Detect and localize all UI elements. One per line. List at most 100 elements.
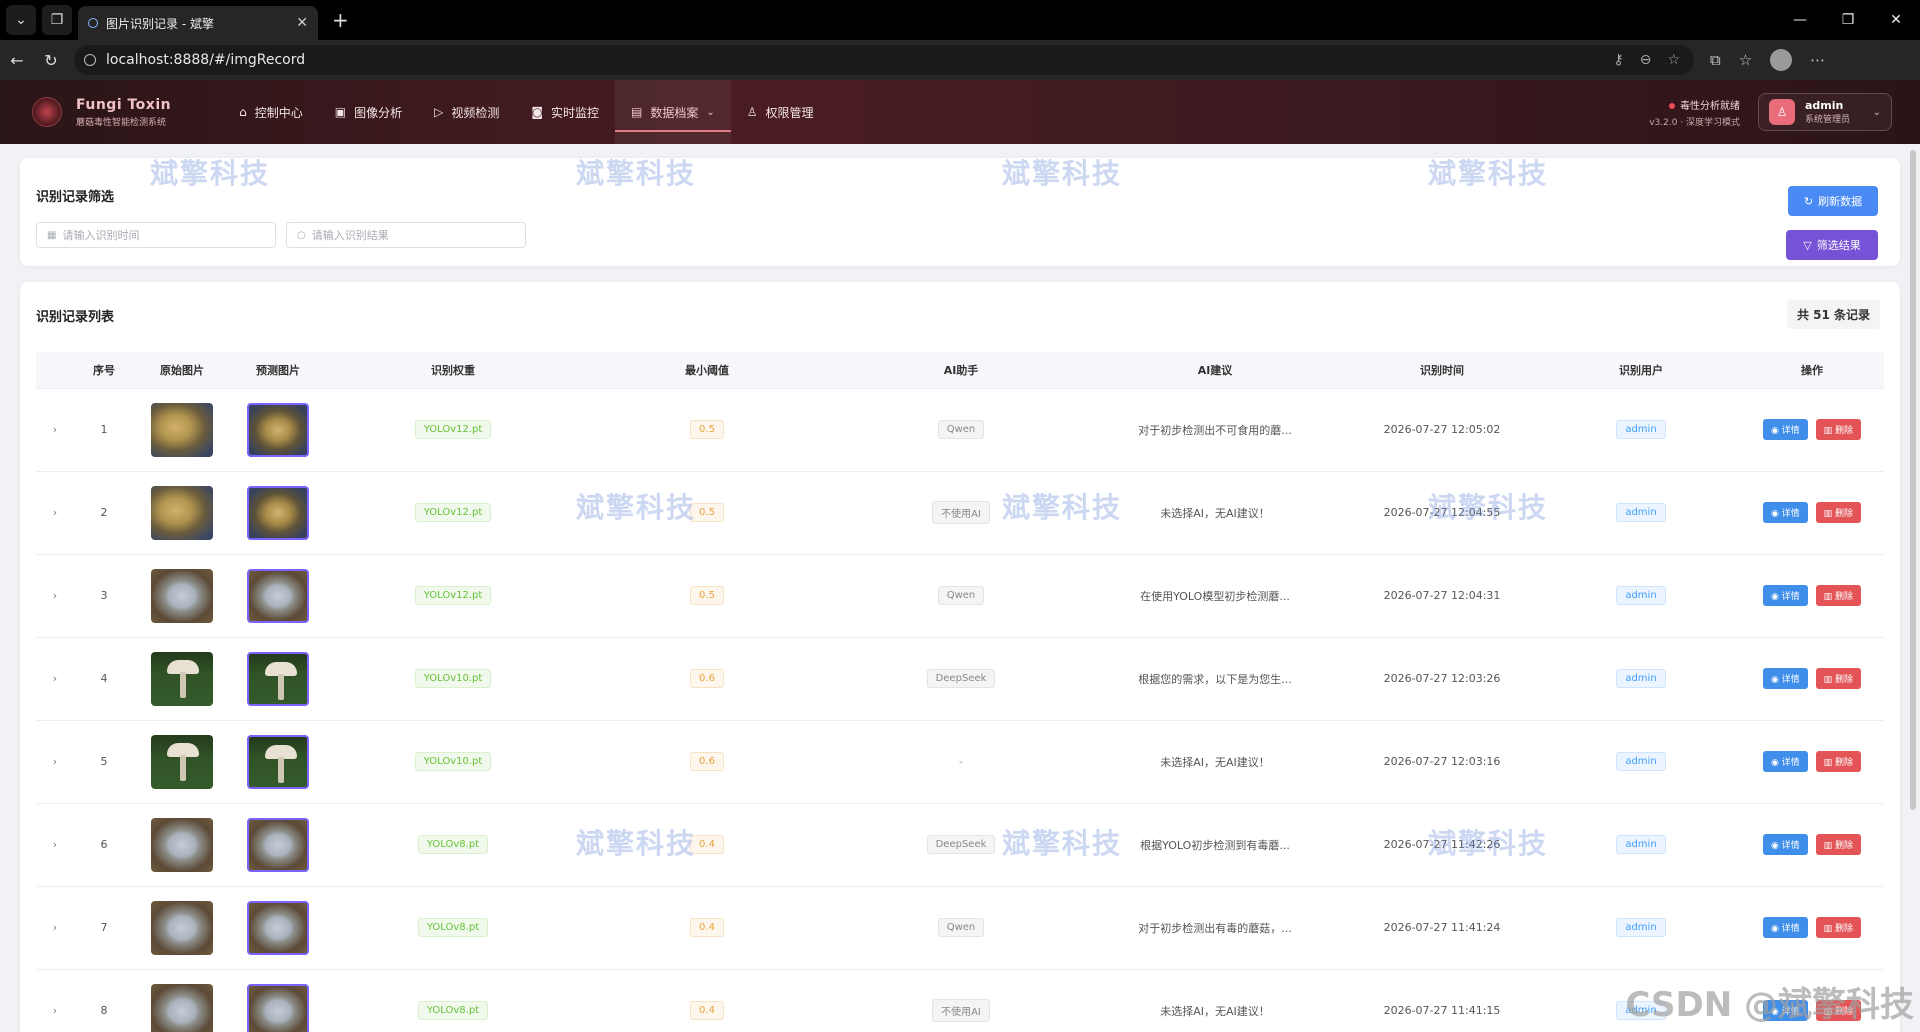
- back-icon[interactable]: ←: [0, 51, 34, 70]
- table-row: › 5 YOLOv10.pt 0.6 - 未选择AI，无AI建议！ 2026-07-27 1…: [36, 720, 1884, 804]
- recognition-time: 2026-07-27 11:41:24: [1342, 886, 1542, 970]
- predicted-image[interactable]: [247, 568, 309, 623]
- result-placeholder: 请输入识别结果: [311, 229, 389, 242]
- view-detail-button[interactable]: ◉ 详情: [1762, 502, 1808, 523]
- original-image[interactable]: [151, 817, 213, 872]
- user-name: admin: [1805, 99, 1844, 112]
- delete-label: 删除: [1835, 426, 1854, 436]
- ai-assistant-tag: Qwen: [937, 918, 985, 937]
- refresh-button[interactable]: ↻ 刷新数据: [1788, 186, 1878, 216]
- ai-suggestion: 未选择AI，无AI建议！: [1088, 969, 1342, 1032]
- user-role: 系统管理员: [1805, 115, 1851, 125]
- restore-icon[interactable]: ❐: [1824, 12, 1872, 28]
- expand-row-icon[interactable]: ›: [53, 589, 57, 602]
- tab-list-icon[interactable]: ⌄: [6, 5, 36, 35]
- predicted-image[interactable]: [247, 900, 309, 955]
- delete-button[interactable]: ▥ 删除: [1815, 585, 1862, 606]
- predicted-image[interactable]: [247, 734, 309, 789]
- favorites-icon[interactable]: ☆: [1739, 51, 1752, 69]
- table-row: › 4 YOLOv10.pt 0.6 DeepSeek 根据您的需求，以下是为您生... 2…: [36, 637, 1884, 721]
- delete-button[interactable]: ▥ 删除: [1815, 834, 1862, 855]
- nav-item-control-center[interactable]: ⌂ 控制中心: [223, 80, 319, 144]
- original-image[interactable]: [151, 900, 213, 955]
- predicted-image[interactable]: [247, 485, 309, 540]
- image-icon: ▣: [334, 105, 347, 119]
- delete-button[interactable]: ▥ 删除: [1815, 751, 1862, 772]
- refresh-label: 刷新数据: [1818, 195, 1863, 208]
- delete-button[interactable]: ▥ 删除: [1815, 502, 1862, 523]
- filter-button[interactable]: ▽ 筛选结果: [1786, 230, 1878, 260]
- original-image[interactable]: [151, 734, 213, 789]
- ai-assistant-tag: 不使用AI: [932, 999, 990, 1022]
- page-scrollbar[interactable]: [1910, 150, 1916, 810]
- time-search-input[interactable]: ▦ 请输入识别时间: [36, 222, 276, 248]
- predicted-image[interactable]: [247, 983, 309, 1032]
- delete-button[interactable]: ▥ 删除: [1815, 419, 1862, 440]
- view-detail-button[interactable]: ◉ 详情: [1762, 834, 1808, 855]
- close-window-icon[interactable]: ✕: [1872, 12, 1920, 28]
- expand-row-icon[interactable]: ›: [53, 921, 57, 934]
- url-field[interactable]: localhost:8888/#/imgRecord ⚷ ⊖ ☆: [74, 45, 1694, 75]
- eye-icon: ◉: [1770, 592, 1782, 602]
- view-label: 详情: [1781, 592, 1800, 602]
- workspaces-icon[interactable]: ❐: [42, 5, 72, 35]
- expand-row-icon[interactable]: ›: [53, 838, 57, 851]
- view-detail-button[interactable]: ◉ 详情: [1762, 419, 1808, 440]
- profile-avatar[interactable]: [1770, 49, 1793, 71]
- nav-item-image-analysis[interactable]: ▣ 图像分析: [319, 80, 418, 144]
- user-menu[interactable]: ♙ admin 系统管理员 ⌄: [1758, 93, 1892, 131]
- nav-item-video-detection[interactable]: ▷ 视频检测: [418, 80, 515, 144]
- play-icon: ▷: [434, 105, 444, 119]
- original-image[interactable]: [151, 402, 213, 457]
- more-menu-icon[interactable]: ⋯: [1810, 51, 1825, 69]
- result-search-input[interactable]: ○ 请输入识别结果: [286, 222, 526, 248]
- nav-item-live-monitor[interactable]: ◙ 实时监控: [515, 80, 615, 144]
- site-info-icon[interactable]: [84, 54, 96, 66]
- zoom-icon[interactable]: ⊖: [1640, 52, 1652, 68]
- original-image[interactable]: [151, 485, 213, 540]
- user-tag: admin: [1616, 586, 1666, 605]
- expand-row-icon[interactable]: ›: [53, 1004, 57, 1017]
- ai-suggestion: 未选择AI，无AI建议！: [1088, 720, 1342, 804]
- original-image[interactable]: [151, 651, 213, 706]
- predicted-image[interactable]: [247, 817, 309, 872]
- table-row: › 1 YOLOv12.pt 0.5 Qwen 对于初步检测出不可食用的蘑... 2026-…: [36, 388, 1884, 472]
- eye-icon: ◉: [1770, 426, 1782, 436]
- delete-button[interactable]: ▥ 删除: [1815, 668, 1862, 689]
- trash-icon: ▥: [1823, 592, 1836, 602]
- delete-button[interactable]: ▥ 删除: [1815, 917, 1862, 938]
- expand-row-icon[interactable]: ›: [53, 423, 57, 436]
- expand-row-icon[interactable]: ›: [53, 755, 57, 768]
- nav-label: 数据档案: [650, 105, 699, 120]
- predicted-image[interactable]: [247, 651, 309, 706]
- view-detail-button[interactable]: ◉ 详情: [1762, 917, 1808, 938]
- new-tab-icon[interactable]: +: [332, 8, 349, 32]
- view-detail-button[interactable]: ◉ 详情: [1762, 751, 1808, 772]
- original-image[interactable]: [151, 568, 213, 623]
- reload-icon[interactable]: ↻: [34, 51, 68, 70]
- trash-icon: ▥: [1823, 426, 1836, 436]
- expand-row-icon[interactable]: ›: [53, 672, 57, 685]
- view-detail-button[interactable]: ◉ 详情: [1762, 585, 1808, 606]
- eye-icon: ◉: [1770, 675, 1782, 685]
- nav-item-permissions[interactable]: ♙ 权限管理: [731, 80, 830, 144]
- row-index: 7: [74, 886, 134, 970]
- view-detail-button[interactable]: ◉ 详情: [1762, 668, 1808, 689]
- original-image[interactable]: [151, 983, 213, 1032]
- weight-tag: YOLOv10.pt: [414, 669, 492, 688]
- minimize-icon[interactable]: —: [1776, 12, 1824, 28]
- browser-tab[interactable]: 图片识别记录 - 斌擎 ✕: [78, 6, 318, 40]
- view-label: 详情: [1781, 841, 1800, 851]
- scrollbar-thumb[interactable]: [1910, 150, 1916, 810]
- extensions-icon[interactable]: ⧉: [1710, 51, 1721, 69]
- nav-item-data-archive[interactable]: ▤ 数据档案 ⌄: [615, 80, 731, 144]
- favorite-star-icon[interactable]: ☆: [1667, 52, 1680, 68]
- expand-row-icon[interactable]: ›: [53, 506, 57, 519]
- user-tag: admin: [1616, 835, 1666, 854]
- version-text: v3.2.0 · 深度学习模式: [1649, 117, 1740, 128]
- predicted-image[interactable]: [247, 402, 309, 457]
- key-icon[interactable]: ⚷: [1613, 52, 1623, 68]
- threshold-tag: 0.6: [690, 669, 724, 688]
- close-tab-icon[interactable]: ✕: [296, 15, 308, 31]
- trash-icon: ▥: [1823, 924, 1836, 934]
